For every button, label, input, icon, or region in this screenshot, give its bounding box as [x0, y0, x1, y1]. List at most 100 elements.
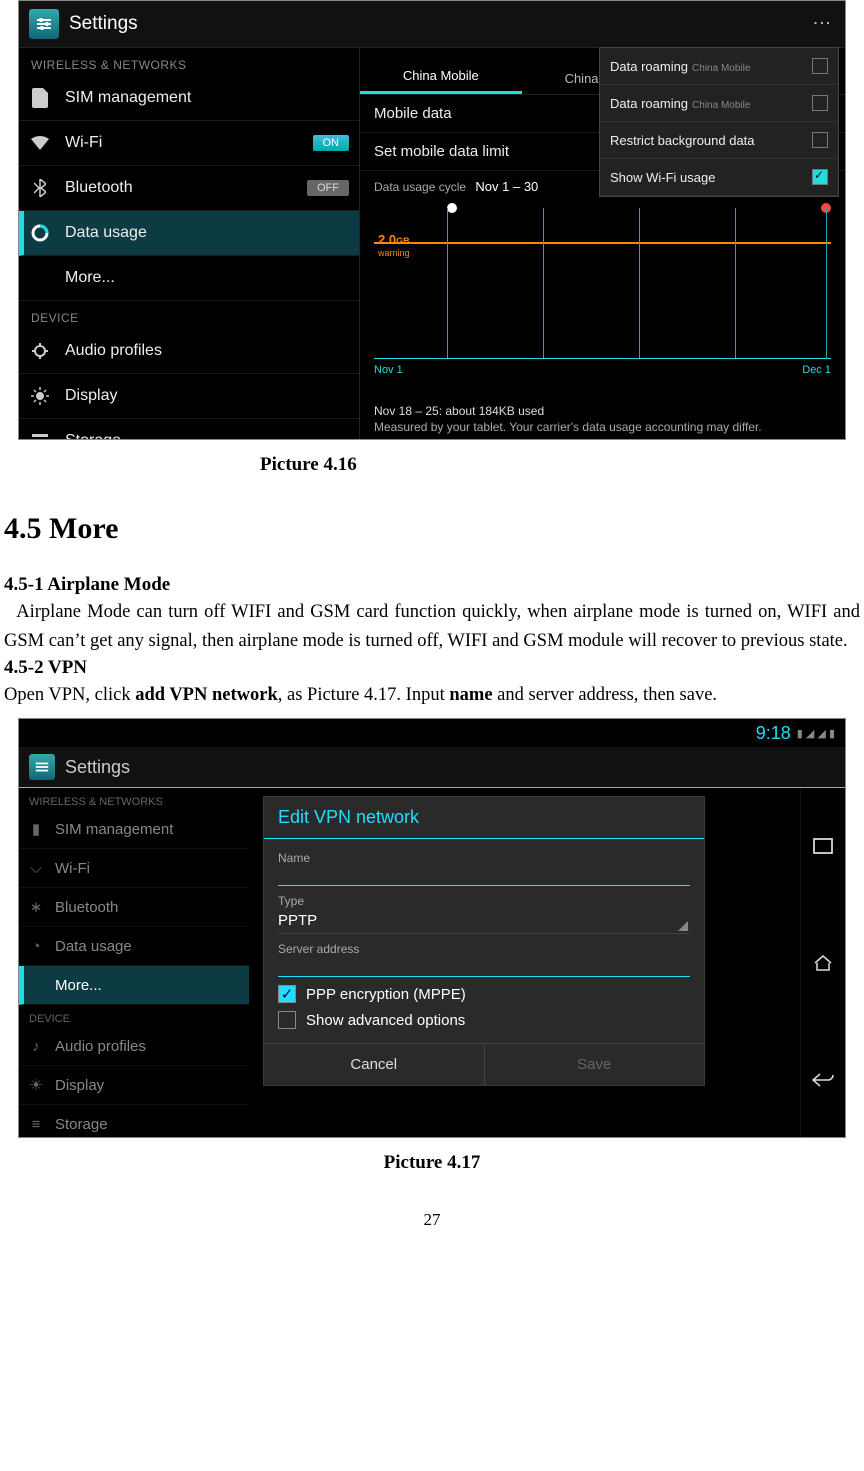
subsection-head-2: 4.5-2 VPN: [4, 657, 860, 679]
sidebar-item-audio[interactable]: ♪Audio profiles: [19, 1027, 249, 1066]
checkbox-icon[interactable]: [812, 132, 828, 148]
field-label-type: Type: [278, 894, 690, 908]
menu-label: Show Wi-Fi usage: [610, 170, 715, 185]
menu-item-restrict-bg[interactable]: Restrict background data: [600, 122, 838, 159]
sidebar-item-more[interactable]: More...: [19, 256, 359, 301]
sidebar-item-bluetooth[interactable]: ∗Bluetooth: [19, 888, 249, 927]
type-select[interactable]: PPTP: [278, 908, 690, 934]
bt-toggle-off[interactable]: OFF: [307, 180, 349, 196]
overflow-menu-popup: Data roamingChina Mobile Data roamingChi…: [599, 47, 839, 197]
dialog-title: Edit VPN network: [264, 797, 704, 839]
status-bar: 9:18 ▮ ◢ ◢ ▮: [19, 719, 845, 747]
storage-icon: ≡: [27, 1115, 45, 1133]
save-button[interactable]: Save: [484, 1044, 705, 1085]
sidebar-label: More...: [55, 977, 102, 994]
data-usage-icon: [29, 222, 51, 244]
storage-icon: [29, 430, 51, 440]
settings-app-icon: [29, 9, 59, 39]
sim-icon: [29, 87, 51, 109]
sidebar-item-sim[interactable]: ▮SIM management: [19, 810, 249, 849]
vpn-edit-dialog: Edit VPN network Name Type PPTP Server a…: [263, 796, 705, 1086]
sidebar-item-wifi[interactable]: ⌵Wi-Fi: [19, 849, 249, 888]
sidebar-item-storage[interactable]: Storage: [19, 419, 359, 440]
sidebar-item-storage[interactable]: ≡ Storage: [19, 1105, 249, 1138]
sidebar-item-more[interactable]: More...: [19, 966, 249, 1005]
data-usage-chart[interactable]: 2.0GB warning Nov 1 Dec 1: [374, 208, 831, 359]
back-icon[interactable]: [808, 1065, 838, 1095]
menu-sublabel: China Mobile: [692, 63, 750, 74]
section-heading: 4.5 More: [4, 512, 864, 546]
usage-footer: Nov 18 – 25: about 184KB used Measured b…: [374, 404, 831, 434]
figure-4-16: Settings ⋮ WIRELESS & NETWORKS SIM manag…: [18, 0, 846, 440]
checkbox-icon[interactable]: [812, 58, 828, 74]
x-axis-end: Dec 1: [802, 364, 831, 376]
paragraph-vpn: Open VPN, click add VPN network, as Pict…: [4, 681, 860, 710]
sidebar-label: Audio profiles: [65, 342, 162, 360]
sidebar-label: Bluetooth: [65, 179, 133, 197]
menu-item-roaming-1[interactable]: Data roamingChina Mobile: [600, 48, 838, 85]
cycle-value: Nov 1 – 30: [475, 179, 538, 194]
checkbox-label: Show advanced options: [306, 1012, 465, 1029]
system-navbar: [800, 788, 845, 1138]
checkbox-show-advanced[interactable]: Show advanced options: [278, 1007, 690, 1033]
sidebar-item-sim[interactable]: SIM management: [19, 76, 359, 121]
sidebar-label: SIM management: [65, 89, 191, 107]
app-topbar: Settings ⋮: [19, 1, 845, 48]
sidebar-label: Data usage: [55, 938, 132, 955]
sidebar-label: Storage: [55, 1116, 108, 1133]
label: Set mobile data limit: [374, 143, 509, 160]
group-wireless: WIRELESS & NETWORKS: [19, 788, 249, 810]
signal-icons: ▮ ◢ ◢ ▮: [797, 727, 835, 740]
sidebar-item-audio[interactable]: Audio profiles: [19, 329, 359, 374]
wifi-toggle-on[interactable]: ON: [313, 135, 350, 151]
subsection-head-1: 4.5-1 Airplane Mode: [4, 574, 860, 596]
cycle-label: Data usage cycle: [374, 180, 466, 194]
checkbox-icon[interactable]: [278, 1011, 296, 1029]
sidebar-item-bluetooth[interactable]: Bluetooth OFF: [19, 166, 359, 211]
name-input[interactable]: [278, 865, 690, 886]
tab-carrier-1[interactable]: China Mobile: [360, 68, 522, 94]
content-pane: Edit VPN network Name Type PPTP Server a…: [249, 788, 800, 1138]
sidebar-item-data-usage[interactable]: Data usage: [19, 211, 359, 256]
figure-caption-2: Picture 4.17: [0, 1152, 864, 1174]
settings-app-icon: [29, 754, 55, 780]
page-number: 27: [0, 1210, 864, 1230]
sidebar-item-wifi[interactable]: Wi-Fi ON: [19, 121, 359, 166]
app-title: Settings: [69, 13, 138, 35]
server-input[interactable]: [278, 956, 690, 977]
checkbox-icon[interactable]: [812, 95, 828, 111]
data-usage-icon: ◔: [27, 937, 45, 955]
checkbox-icon[interactable]: [812, 169, 828, 185]
cancel-button[interactable]: Cancel: [264, 1044, 484, 1085]
sidebar-label: Wi-Fi: [65, 134, 102, 152]
home-icon[interactable]: [808, 948, 838, 978]
sidebar-label: SIM management: [55, 821, 173, 838]
bluetooth-icon: ∗: [27, 898, 45, 916]
sidebar-item-display[interactable]: ☀Display: [19, 1066, 249, 1105]
audio-icon: [29, 340, 51, 362]
clock: 9:18: [756, 723, 791, 744]
sidebar-label: Display: [65, 387, 117, 405]
menu-item-show-wifi[interactable]: Show Wi-Fi usage: [600, 159, 838, 196]
recent-apps-icon[interactable]: [808, 831, 838, 861]
group-wireless: WIRELESS & NETWORKS: [19, 48, 359, 76]
overflow-menu-icon[interactable]: ⋮: [813, 14, 831, 34]
app-topbar: Settings: [19, 747, 845, 788]
checkbox-ppp-encryption[interactable]: ✓ PPP encryption (MPPE): [278, 981, 690, 1007]
settings-sidebar: WIRELESS & NETWORKS ▮SIM management ⌵Wi-…: [19, 788, 249, 1138]
blank-icon: [27, 976, 45, 994]
sidebar-label: More...: [65, 269, 115, 287]
figure-caption-1: Picture 4.16: [0, 454, 864, 476]
display-icon: ☀: [27, 1076, 45, 1094]
sidebar-item-display[interactable]: Display: [19, 374, 359, 419]
sidebar-label: Data usage: [65, 224, 147, 242]
sidebar-item-data-usage[interactable]: ◔ Data usage: [19, 927, 249, 966]
group-device: DEVICE: [19, 1005, 249, 1027]
group-device: DEVICE: [19, 301, 359, 329]
checkbox-icon[interactable]: ✓: [278, 985, 296, 1003]
wifi-icon: [29, 132, 51, 154]
settings-sidebar: WIRELESS & NETWORKS SIM management Wi-Fi…: [19, 48, 360, 440]
checkbox-label: PPP encryption (MPPE): [306, 986, 466, 1003]
menu-item-roaming-2[interactable]: Data roamingChina Mobile: [600, 85, 838, 122]
menu-sublabel: China Mobile: [692, 100, 750, 111]
